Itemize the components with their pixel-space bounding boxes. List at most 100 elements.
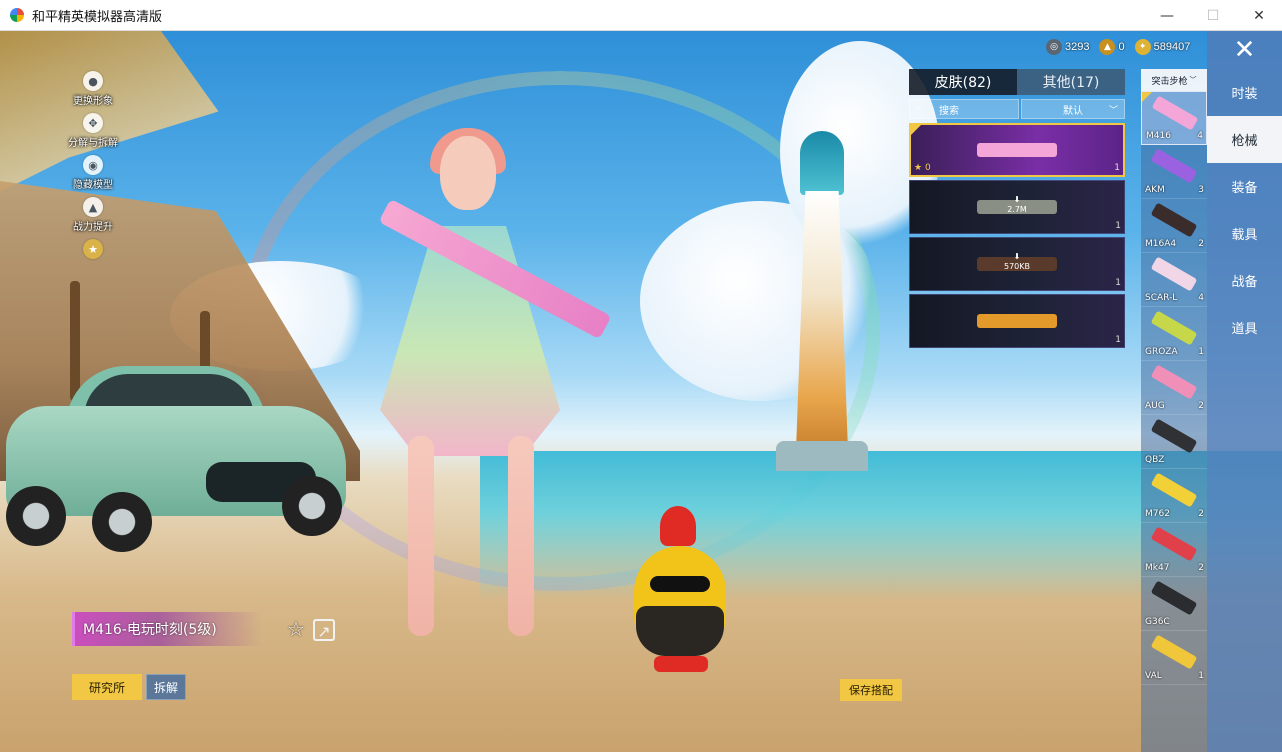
currency-value: 3293 [1065,41,1090,53]
power-boost-item[interactable]: ▲ 战力提升 [58,197,128,233]
save-outfit-button[interactable]: 保存搭配 [840,679,902,701]
download-icon: ⬇ [1013,195,1021,204]
weapon-thumbnail [1150,526,1198,562]
flame-icon: ▲ [83,197,103,217]
weapon-item-aug[interactable]: AUG 2 [1141,361,1207,415]
chicken-feet [654,656,708,672]
weapon-thumbnail [1150,256,1198,292]
weapon-name: G36C [1145,617,1170,627]
tab-equipment[interactable]: 装备 [1207,163,1282,210]
lighthouse-tower [796,191,848,451]
window-controls: — ☐ ✕ [1144,0,1282,31]
change-appearance-item[interactable]: ● 更换形象 [58,71,128,107]
left-menu-label: 战力提升 [73,222,113,233]
gold-medal-icon: ★ [83,239,103,259]
player-character [360,128,620,656]
car-wheel [282,476,342,536]
weapon-thumbnail [1150,364,1198,400]
skin-card[interactable]: ★ 0 1 [909,123,1125,177]
silver-currency[interactable]: ◎ 3293 [1046,39,1089,55]
skin-card[interactable]: ⬇ 570KB 1 [909,237,1125,291]
tab-others[interactable]: 其他(17) [1017,69,1125,95]
skin-card[interactable]: 1 [909,294,1125,348]
vehicle-car [6,366,346,552]
weapon-name: AUG [1145,401,1165,411]
skin-count: 1 [1115,221,1121,231]
left-menu-label: 分解与拆解 [68,138,118,149]
weapon-item-groza[interactable]: GROZA 1 [1141,307,1207,361]
character-leg [408,436,434,636]
skin-filter-row: ⌕ 搜索 默认 ﹀ [909,99,1125,119]
maximize-button[interactable]: ☐ [1190,0,1236,31]
scatter-item[interactable]: ✥ 分解与拆解 [58,113,128,149]
dismantle-button[interactable]: 拆解 [146,674,186,700]
weapon-count: 2 [1198,509,1204,519]
weapon-name: SCAR-L [1145,293,1178,303]
chicken-mascot [630,506,730,696]
tab-fashion[interactable]: 时装 [1207,69,1282,116]
star-count: ★ 0 [914,163,931,173]
weapon-count: 2 [1198,563,1204,573]
weapon-thumbnail [1150,472,1198,508]
lighthouse-base [776,441,868,471]
download-size: 570KB [1003,262,1031,271]
close-window-button[interactable]: ✕ [1236,0,1282,31]
hide-model-item[interactable]: ◉ 隐藏模型 [58,155,128,191]
download-indicator: ⬇ 570KB [1004,252,1030,272]
weapon-type-dropdown[interactable]: 突击步枪 ﹀ [1141,69,1207,91]
tab-vehicles[interactable]: 载具 [1207,210,1282,257]
weapon-item-scar-l[interactable]: SCAR-L 4 [1141,253,1207,307]
minimize-button[interactable]: — [1144,0,1190,31]
weapon-count: 2 [1198,401,1204,411]
currency-bar: ◎ 3293 ▲ 0 ✦ 589407 [1046,39,1190,55]
weapon-item-m416[interactable]: M416 4 [1141,91,1207,145]
weapon-count: 3 [1198,185,1204,195]
weapon-name: AKM [1145,185,1165,195]
chevron-down-icon: ﹀ [1189,76,1197,84]
window-title: 和平精英模拟器高清版 [32,9,163,25]
skin-count: 1 [1115,335,1121,345]
left-menu-label: 隐藏模型 [73,180,113,191]
tab-items[interactable]: 道具 [1207,304,1282,351]
person-icon: ● [83,71,103,91]
weapon-item-m16a4[interactable]: M16A4 2 [1141,199,1207,253]
character-leg [508,436,534,636]
skin-search-input[interactable]: ⌕ 搜索 [909,99,1019,119]
gold-currency[interactable]: ✦ 589407 [1134,39,1190,55]
download-size: 2.7M [1007,205,1027,214]
chevron-down-icon: ﹀ [1108,105,1118,116]
weapon-list: 突击步枪 ﹀ M416 4 AKM 3 M16A4 2 SCAR-L 4 GRO… [1141,69,1207,752]
skin-sort-dropdown[interactable]: 默认 ﹀ [1021,99,1125,119]
weapon-item-m762[interactable]: M762 2 [1141,469,1207,523]
weapon-type-label: 突击步枪 [1151,76,1188,87]
skin-panel: 皮肤(82) 其他(17) ⌕ 搜索 默认 ﹀ ★ 0 1 ⬇ 2.7M 1 ⬇… [909,69,1125,351]
medal-item[interactable]: ★ [58,239,128,259]
search-icon: ⌕ [916,104,922,114]
weapon-item-g36c[interactable]: G36C [1141,577,1207,631]
weapon-count: 4 [1198,293,1204,303]
skin-list: ★ 0 1 ⬇ 2.7M 1 ⬇ 570KB 1 1 [909,123,1125,348]
game-viewport: ● 更换形象 ✥ 分解与拆解 ◉ 隐藏模型 ▲ 战力提升 ★ ◎ 3293 ▲ … [0,31,1282,752]
weapon-thumbnail [1150,418,1198,454]
weapon-item-val[interactable]: VAL 1 [1141,631,1207,685]
tab-battle-gear[interactable]: 战备 [1207,257,1282,304]
tab-skins[interactable]: 皮肤(82) [909,69,1017,95]
favorite-star-icon[interactable]: ☆ [285,618,307,640]
search-placeholder: 搜索 [939,105,960,117]
weapon-item-mk47[interactable]: Mk47 2 [1141,523,1207,577]
research-button[interactable]: 研究所 [72,674,142,700]
skin-count: 1 [1115,278,1121,288]
selected-check-icon [1142,92,1152,102]
token-currency[interactable]: ▲ 0 [1099,39,1125,55]
share-icon[interactable]: ↗ [313,619,335,641]
weapon-name: Mk47 [1145,563,1170,573]
lighthouse [776,131,868,471]
weapon-item-qbz[interactable]: QBZ [1141,415,1207,469]
weapon-item-akm[interactable]: AKM 3 [1141,145,1207,199]
skin-tabs: 皮肤(82) 其他(17) [909,69,1125,95]
weapon-count: 1 [1198,671,1204,681]
tab-firearms[interactable]: 枪械 [1207,116,1282,163]
weapon-thumbnail [1150,580,1198,616]
close-icon[interactable]: ✕ [1207,31,1282,69]
skin-card[interactable]: ⬇ 2.7M 1 [909,180,1125,234]
